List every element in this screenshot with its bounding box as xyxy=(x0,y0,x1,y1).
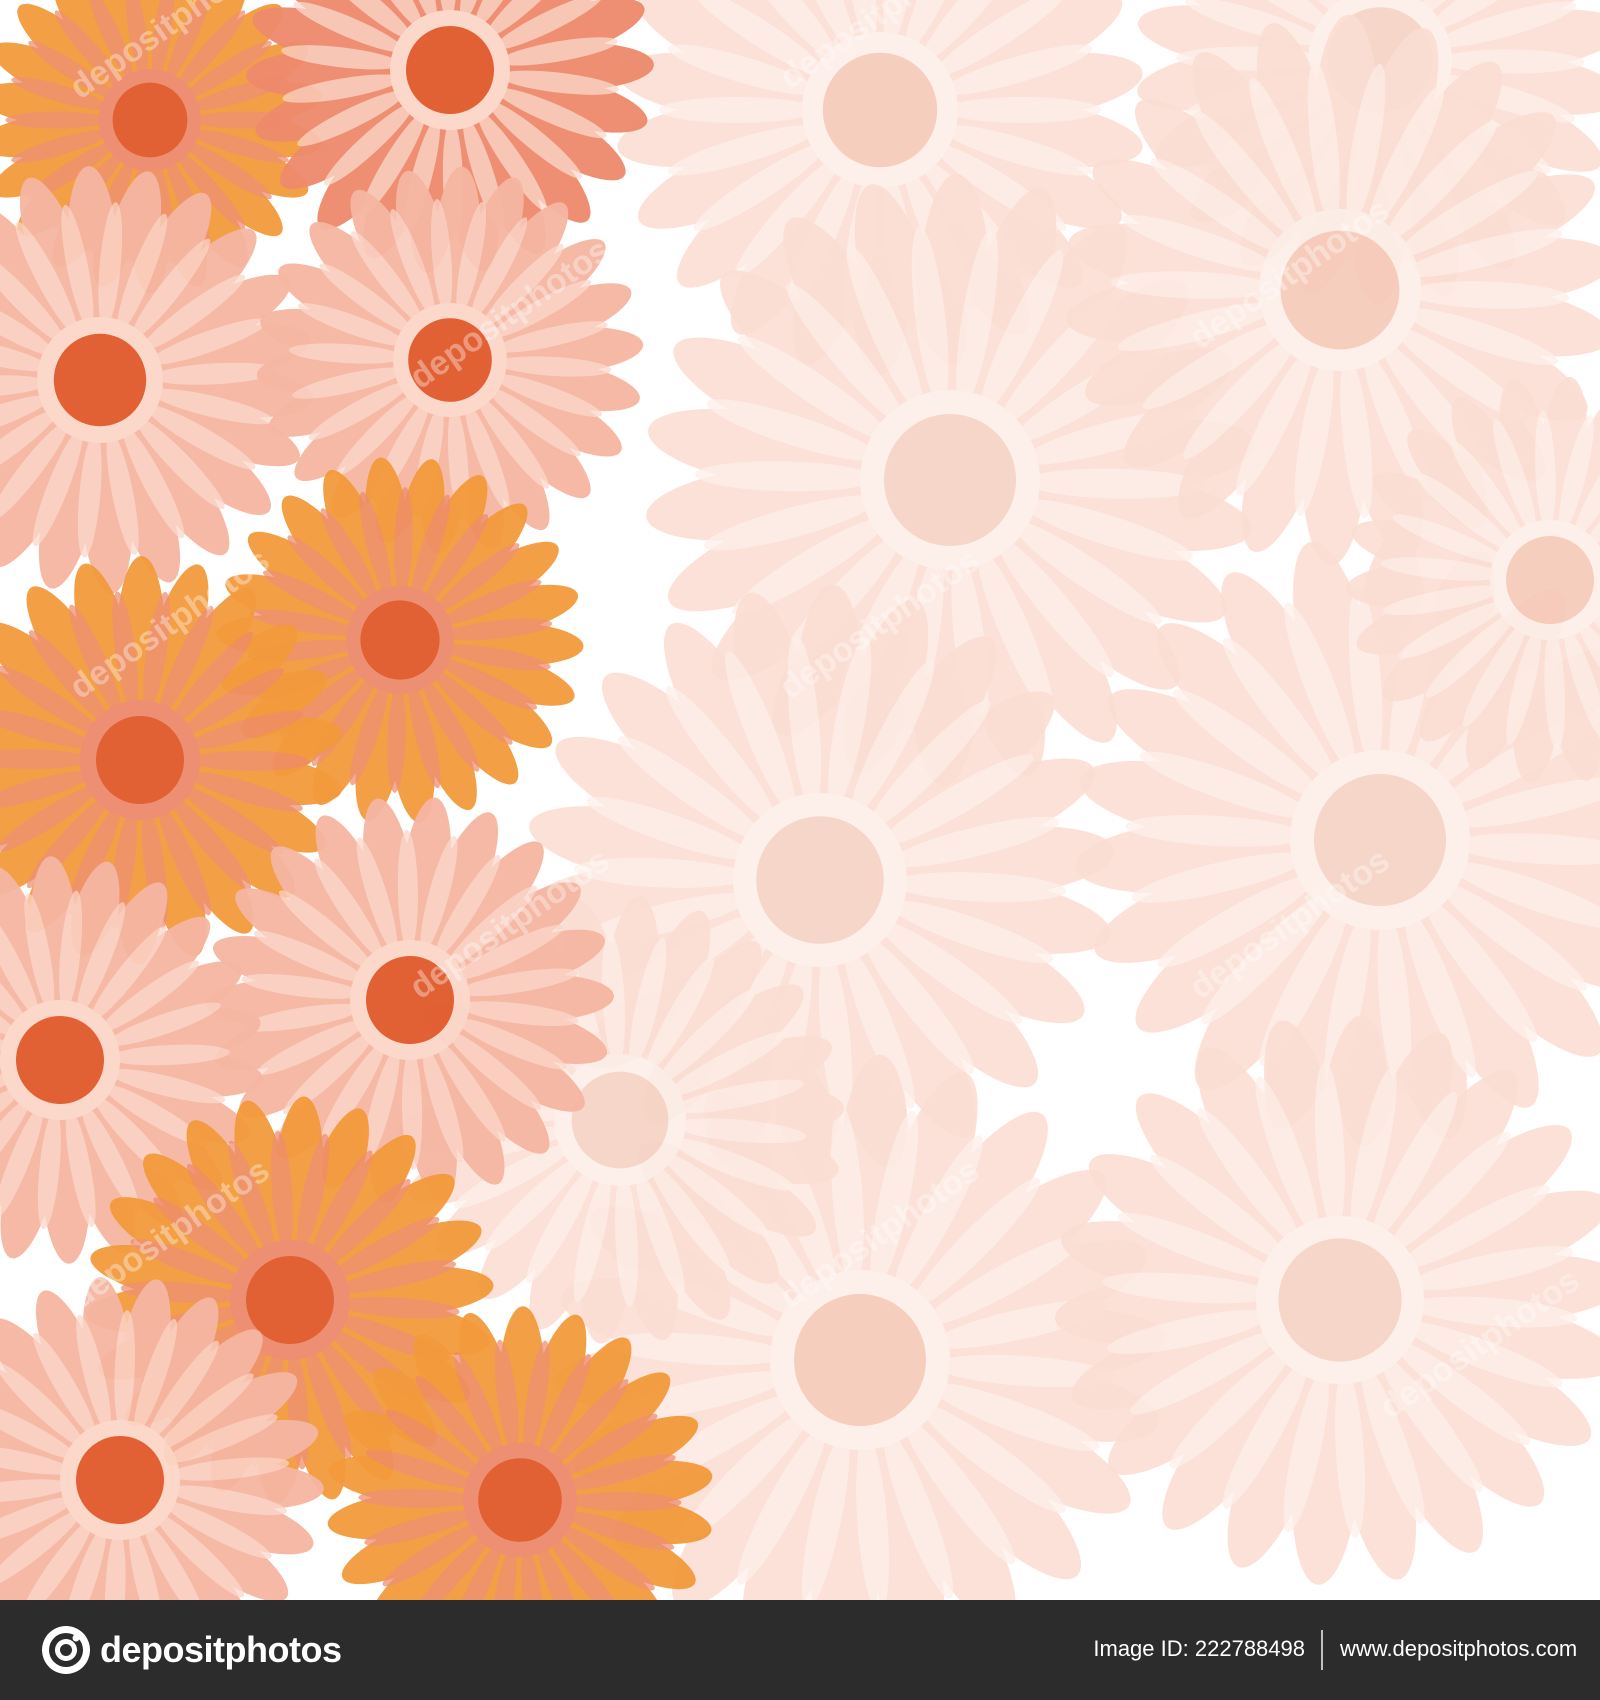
image-id-prefix: Image ID: xyxy=(1093,1636,1189,1661)
site-url-link[interactable]: www.depositphotos.com xyxy=(1340,1636,1577,1662)
image-id-number: 222788498 xyxy=(1194,1636,1305,1661)
flower-illustration: depositphotosdepositphotosdepositphotosd… xyxy=(0,0,1600,1600)
logo-wordmark: depositphotos xyxy=(100,1629,342,1670)
footer-divider xyxy=(1321,1630,1323,1670)
floral-artwork: depositphotos depositphotos depositphotos d… xyxy=(0,0,1600,1600)
image-id-label: Image ID: 222788498 xyxy=(1040,1636,1305,1662)
camera-logo-icon xyxy=(42,1626,90,1674)
stock-footer-bar: depositphotos Image ID: 222788498 www.de… xyxy=(0,1600,1600,1700)
depositphotos-logo[interactable]: depositphotos xyxy=(40,1624,342,1676)
